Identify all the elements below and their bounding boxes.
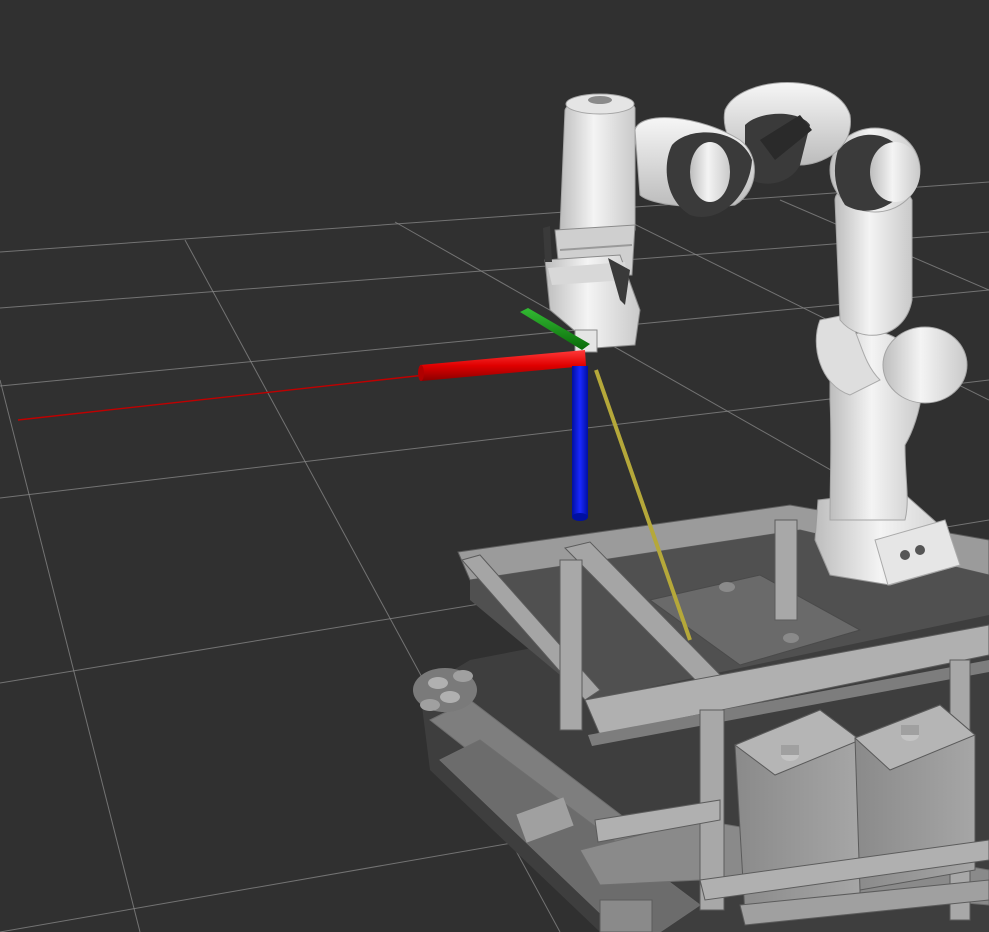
x-axis	[418, 350, 586, 381]
ray-line	[17, 374, 426, 421]
z-axis	[572, 366, 588, 521]
tf-axes	[418, 308, 590, 521]
mecanum-wheel-icon	[413, 668, 477, 712]
3d-viewport[interactable]	[0, 0, 989, 932]
scene-canvas[interactable]	[0, 0, 989, 932]
